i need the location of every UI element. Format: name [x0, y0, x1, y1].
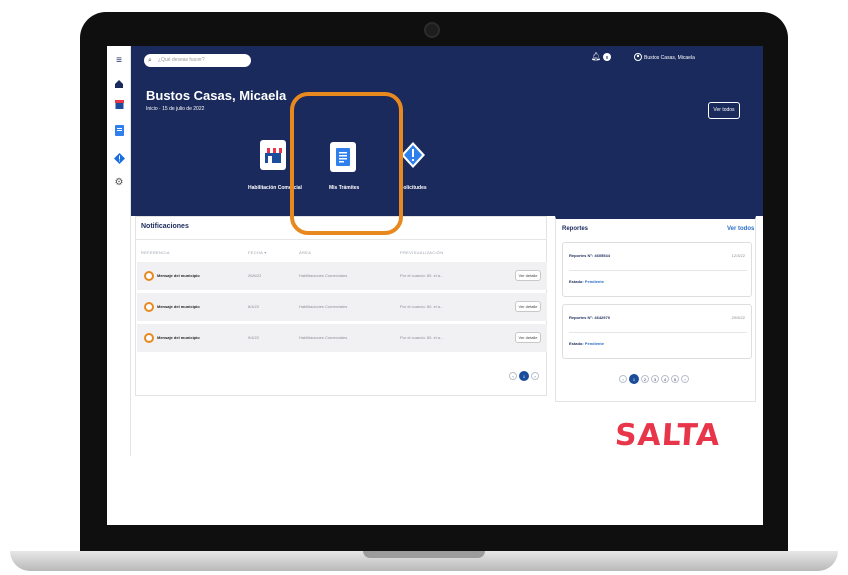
pager-page-button[interactable]: 2 [641, 375, 649, 383]
status-badge: Pendiente [584, 279, 604, 284]
store-icon[interactable] [113, 98, 125, 110]
ver-detalle-button[interactable]: Ver detalle [515, 332, 541, 343]
sidebar: ≡ ⚙ [107, 46, 131, 456]
alert-icon [401, 142, 425, 168]
cell-ref: Mensaje del municipio [157, 304, 200, 309]
pager-page-button[interactable]: 4 [661, 375, 669, 383]
laptop-notch [363, 551, 485, 558]
cell-ref: Mensaje del municipio [157, 335, 200, 340]
search-input[interactable]: ⌕ ¿Qué deseas hacer? [144, 54, 251, 67]
hamburger-menu-icon[interactable]: ≡ [113, 54, 125, 66]
cell-area: Habilitaciones Comerciales [299, 304, 348, 309]
app-screen: ≡ ⚙ ⌕ ¿Qué deseas hacer? 🔔︎ Bustos Casas… [107, 46, 763, 525]
col-header-preview: PREVISUALIZACIÓN [400, 250, 444, 255]
pager-page-button[interactable]: 1 [629, 374, 639, 384]
pager-prev-button[interactable]: ‹ [509, 372, 517, 380]
pager-page-button[interactable]: 1 [519, 371, 529, 381]
notifications-pager: ‹ 1 › [509, 371, 539, 381]
cell-fecha: 8/4/22 [248, 304, 260, 309]
notifications-title: Notificaciones [141, 223, 189, 230]
page-title: Bustos Casas, Micaela [146, 88, 287, 103]
reports-title: Reportes [562, 226, 589, 232]
col-header-area: ÁREA [299, 250, 312, 255]
webcam [424, 22, 440, 38]
message-icon [144, 302, 154, 312]
report-date: 29/5/22 [731, 315, 745, 320]
pager-page-button[interactable]: 3 [651, 375, 659, 383]
search-placeholder: ¿Qué deseas hacer? [158, 57, 205, 63]
salta-logo: SALTA [613, 418, 722, 453]
tile-label-solicitudes[interactable]: Solicitudes [400, 185, 427, 191]
report-status: Estado: Pendiente [569, 341, 604, 346]
pager-next-button[interactable]: › [681, 375, 689, 383]
info-icon[interactable] [603, 53, 611, 63]
user-menu-label[interactable]: Bustos Casas, Micaela [644, 55, 695, 61]
status-badge: Pendiente [584, 341, 604, 346]
report-card[interactable]: Reportes N°: 4642970 29/5/22 Estado: Pen… [562, 304, 752, 359]
user-avatar-icon[interactable] [634, 53, 642, 63]
report-status: Estado: Pendiente [569, 279, 604, 284]
table-row[interactable]: Mensaje del municipio 8/4/22 Habilitacio… [137, 293, 547, 321]
pager-prev-button[interactable]: ‹ [619, 375, 627, 383]
divider [569, 270, 747, 271]
reports-ver-todos-link[interactable]: Ver todos [727, 226, 754, 232]
col-header-fecha[interactable]: FECHA ▾ [248, 250, 267, 255]
tile-habilitacion-comercial[interactable] [260, 140, 286, 170]
cell-ref: Mensaje del municipio [157, 273, 200, 278]
hero-banner [107, 46, 763, 216]
pager-page-button[interactable]: 5 [671, 375, 679, 383]
table-row[interactable]: Mensaje del municipio 26/6/22 Habilitaci… [137, 262, 547, 290]
search-icon: ⌕ [148, 57, 152, 64]
tile-solicitudes[interactable] [400, 140, 426, 170]
highlight-ring [290, 92, 403, 235]
cell-fecha: 26/6/22 [248, 273, 262, 278]
cell-preview: Por el cuando: 80. el a... [400, 335, 444, 340]
report-card[interactable]: Reportes N°: 4605544 12/3/22 Estado: Pen… [562, 242, 752, 297]
report-title: Reportes N°: 4605544 [569, 253, 610, 258]
ver-detalle-button[interactable]: Ver detalle [515, 301, 541, 312]
home-icon[interactable] [113, 78, 125, 90]
table-row[interactable]: Mensaje del municipio 9/4/22 Habilitacio… [137, 324, 547, 352]
report-date: 12/3/22 [731, 253, 745, 258]
pager-next-button[interactable]: › [531, 372, 539, 380]
cell-area: Habilitaciones Comerciales [299, 273, 348, 278]
document-icon[interactable] [113, 124, 125, 136]
breadcrumb: Inicio · 15 de julio de 2022 [146, 106, 205, 112]
store-icon [264, 148, 282, 163]
message-icon [144, 271, 154, 281]
ver-todos-button[interactable]: Ver todos [708, 102, 740, 119]
bell-icon[interactable]: 🔔︎ [591, 52, 601, 61]
cell-preview: Por el cuando: 80. el a... [400, 273, 444, 278]
reports-pager: ‹ 1 2 3 4 5 › [619, 374, 689, 384]
cell-fecha: 9/4/22 [248, 335, 260, 340]
divider [569, 332, 747, 333]
divider [135, 239, 547, 240]
settings-icon[interactable]: ⚙ [113, 176, 125, 188]
col-header-referencia[interactable]: REFERENCIA [141, 250, 170, 255]
cell-preview: Por el cuando: 80. el a... [400, 304, 444, 309]
message-icon [144, 333, 154, 343]
report-title: Reportes N°: 4642970 [569, 315, 610, 320]
alert-icon[interactable] [113, 152, 125, 164]
ver-detalle-button[interactable]: Ver detalle [515, 270, 541, 281]
cell-area: Habilitaciones Comerciales [299, 335, 348, 340]
